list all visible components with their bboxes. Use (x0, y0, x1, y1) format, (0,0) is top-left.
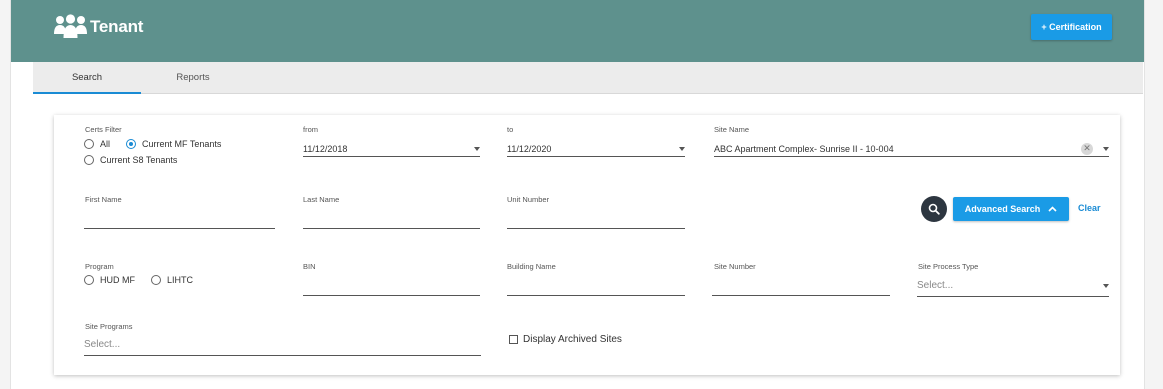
to-date-value: 11/12/2020 (507, 143, 552, 154)
certs-filter-label: Certs Filter (85, 125, 122, 134)
radio-current-s8-tenants[interactable]: Current S8 Tenants (84, 155, 177, 165)
building-name-input[interactable] (507, 280, 685, 296)
from-label: from (303, 125, 318, 134)
site-programs-select[interactable]: Select... (84, 334, 481, 356)
radio-hud-mf[interactable]: HUD MF (84, 275, 135, 285)
advanced-search-button[interactable]: Advanced Search (953, 197, 1069, 221)
unit-number-label: Unit Number (507, 195, 550, 204)
clear-selection-icon[interactable]: ✕ (1081, 142, 1093, 155)
program-label: Program (85, 262, 114, 271)
radio-lihtc[interactable]: LIHTC (151, 275, 193, 285)
site-name-value: ABC Apartment Complex- Sunrise II - 10-0… (714, 143, 894, 154)
checkbox-box (509, 335, 518, 344)
radio-current-mf-tenants[interactable]: Current MF Tenants (126, 139, 221, 149)
caret-down-icon (474, 146, 480, 151)
caret-down-icon (1103, 283, 1109, 288)
display-archived-sites-label: Display Archived Sites (523, 334, 622, 345)
from-date-select[interactable]: 11/12/2018 (303, 141, 480, 157)
page-title: Tenant (90, 17, 144, 36)
last-name-label: Last Name (303, 195, 340, 204)
bin-input[interactable] (303, 280, 480, 296)
building-name-label: Building Name (507, 262, 556, 271)
site-name-select[interactable]: ABC Apartment Complex- Sunrise II - 10-0… (714, 141, 1109, 157)
search-icon (928, 203, 940, 215)
app-frame: Tenant + Certification Search Reports Ce… (10, 0, 1145, 389)
users-icon (54, 14, 87, 38)
site-process-type-placeholder: Select... (917, 280, 954, 291)
clear-link[interactable]: Clear (1078, 203, 1101, 213)
radio-label: Current S8 Tenants (100, 155, 178, 165)
advanced-search-label: Advanced Search (964, 204, 1041, 214)
brand: Tenant (54, 14, 143, 40)
unit-number-input[interactable] (507, 213, 685, 229)
site-programs-placeholder: Select... (84, 339, 121, 350)
bin-label: BIN (303, 262, 316, 271)
radio-circle (84, 139, 94, 149)
radio-circle (84, 155, 94, 165)
radio-label: All (100, 139, 111, 149)
caret-down-icon (679, 146, 685, 151)
site-number-input[interactable] (712, 280, 890, 296)
tab-reports[interactable]: Reports (141, 62, 245, 93)
radio-label: LIHTC (167, 275, 194, 285)
first-name-label: First Name (85, 195, 122, 204)
display-archived-sites-checkbox[interactable]: Display Archived Sites (509, 334, 622, 345)
from-date-value: 11/12/2018 (303, 143, 348, 154)
radio-label: Current MF Tenants (142, 139, 222, 149)
chevron-up-icon (1048, 206, 1057, 212)
radio-circle-selected (126, 139, 136, 149)
to-date-select[interactable]: 11/12/2020 (507, 141, 685, 157)
site-number-label: Site Number (714, 262, 756, 271)
to-label: to (507, 125, 514, 134)
radio-circle (84, 275, 94, 285)
search-button[interactable] (921, 196, 947, 222)
add-certification-button[interactable]: + Certification (1031, 14, 1112, 40)
radio-all[interactable]: All (84, 139, 110, 149)
site-process-type-label: Site Process Type (918, 262, 979, 271)
tab-bar: Search Reports (33, 62, 1143, 94)
radio-label: HUD MF (100, 275, 135, 285)
app-header: Tenant + Certification (11, 0, 1144, 62)
site-name-label: Site Name (714, 125, 750, 134)
site-process-type-select[interactable]: Select... (917, 275, 1109, 297)
search-panel: Certs Filter All Current MF Tenants Curr… (54, 115, 1120, 375)
first-name-input[interactable] (84, 213, 275, 229)
site-programs-label: Site Programs (85, 322, 133, 331)
tab-search[interactable]: Search (33, 62, 141, 94)
radio-circle (151, 275, 161, 285)
caret-down-icon (1103, 146, 1109, 151)
last-name-input[interactable] (303, 213, 480, 229)
